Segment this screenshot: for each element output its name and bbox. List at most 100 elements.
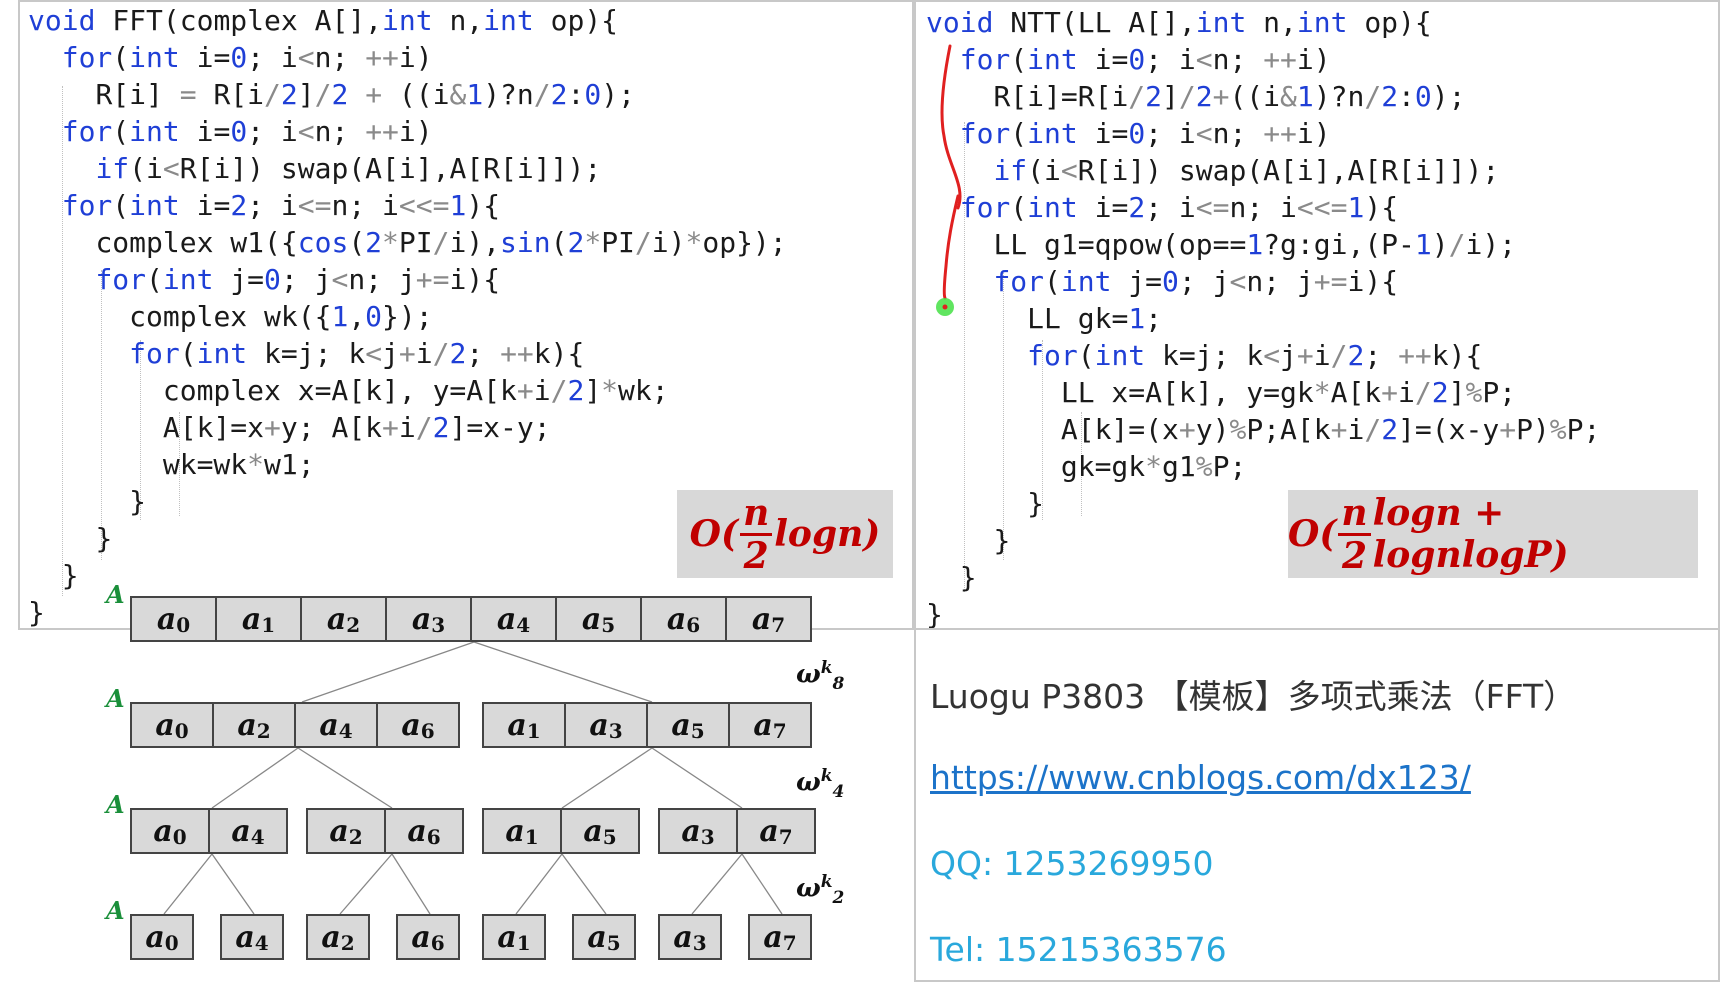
cell-letter: a [411, 601, 432, 637]
cell-index: 7 [778, 825, 793, 849]
code-token: < [1195, 43, 1213, 76]
code-line: complex wk({1,0}); [28, 298, 787, 335]
cell-index: 6 [420, 719, 435, 743]
code-token: + [1178, 413, 1196, 446]
code-token: ( [1010, 117, 1028, 150]
omega-sup: k [820, 872, 833, 892]
code-token: R[i] [95, 78, 180, 111]
code-token: 0 [365, 300, 383, 333]
code-token: i [533, 374, 551, 407]
array-label: A [106, 580, 125, 609]
code-token: <= [1195, 191, 1230, 224]
code-token: 0 [1128, 43, 1146, 76]
code-token: int [196, 337, 248, 370]
code-token: 0 [230, 115, 248, 148]
code-token: )?n [483, 78, 534, 111]
array-cell: a6 [640, 596, 727, 642]
code-token: ) [1431, 228, 1449, 261]
cell-letter: a [587, 919, 607, 955]
code-token: for [61, 115, 113, 148]
blog-link[interactable]: https://www.cnblogs.com/dx123/ [930, 758, 1471, 797]
code-token: ; [466, 337, 501, 370]
code-token: 2 [449, 337, 467, 370]
code-token: wk=wk [162, 448, 248, 481]
cell-letter: a [763, 919, 783, 955]
code-token: % [1229, 413, 1247, 446]
code-token: <<= [398, 189, 450, 222]
code-token: n; j [1246, 265, 1314, 298]
cell-letter: a [153, 813, 173, 849]
code-line: LL gk=1; [926, 300, 1600, 337]
code-token: / [1330, 339, 1348, 372]
cell-index: 3 [700, 825, 715, 849]
code-token: ( [179, 337, 197, 370]
code-line: A[k]=x+y; A[k+i/2]=x-y; [28, 409, 787, 446]
array-cell: a3 [658, 914, 722, 960]
code-token: < [365, 337, 383, 370]
code-token: 2 [1381, 413, 1399, 446]
connector-line [691, 853, 743, 915]
cell-index: 0 [176, 613, 191, 637]
code-token: R[i]) swap(A[i],A[R[i]]); [179, 152, 602, 185]
code-token: < [1229, 265, 1247, 298]
code-token: int [1027, 117, 1078, 150]
array-cell: a0 [130, 808, 210, 854]
code-token: ){ [466, 189, 501, 222]
code-token: int [1195, 6, 1247, 39]
cell-letter: a [155, 707, 175, 743]
code-token: PI [398, 226, 433, 259]
cell-letter: a [589, 707, 609, 743]
code-token: ; j [1178, 265, 1230, 298]
code-token: ( [550, 226, 568, 259]
code-token: for [129, 337, 180, 370]
array-cell: a7 [725, 596, 812, 642]
cell-letter: a [496, 601, 517, 637]
code-line: } [28, 483, 787, 520]
code-token: int [129, 41, 180, 74]
code-line: A[k]=(x+y)%P;A[k+i/2]=(x-y+P)%P; [926, 411, 1601, 448]
code-token: 0 [1414, 80, 1432, 113]
code-token: R[i]=R[i [993, 80, 1129, 113]
code-token: ((i [1229, 80, 1281, 113]
cell-letter: a [326, 601, 347, 637]
code-token: i= [179, 189, 231, 222]
array-row: a0a2a4a6 [130, 702, 460, 748]
code-token: op){ [1347, 6, 1432, 39]
code-token: + [382, 411, 399, 444]
cell-index: 2 [348, 825, 363, 849]
connector-line [391, 853, 431, 915]
array-row: a7 [748, 914, 812, 960]
array-row: a2 [306, 914, 370, 960]
code-token: ); [1431, 80, 1466, 113]
code-token: 2 [1195, 80, 1213, 113]
code-token: += [1313, 265, 1348, 298]
array-row: a1a3a5a7 [482, 702, 812, 748]
cell-index: 7 [772, 719, 787, 743]
code-token: 2 [567, 374, 585, 407]
code-line: LL x=A[k], y=gk*A[k+i/2]%P; [926, 374, 1600, 411]
connector-line [297, 747, 393, 809]
code-token: for [959, 191, 1011, 224]
code-token: void [28, 4, 96, 37]
array-cell: a2 [306, 914, 370, 960]
cell-letter: a [401, 707, 421, 743]
code-token: for [61, 41, 113, 74]
info-panel: Luogu P3803 【模板】多项式乘法（FFT） https://www.c… [914, 628, 1720, 982]
code-token: P; [1482, 376, 1517, 409]
connector-line [301, 641, 475, 703]
fraction-numerator: n [740, 495, 773, 536]
code-line: for(int i=0; i<n; ++i) [28, 113, 787, 150]
code-token: ( [112, 189, 130, 222]
array-cell: a5 [572, 914, 636, 960]
code-token: LL g1=qpow(op== [993, 228, 1247, 261]
omega-sup: k [820, 766, 833, 786]
array-cell: a7 [728, 702, 812, 748]
code-token: ){ [1364, 191, 1399, 224]
tel-contact: Tel: 15215363576 [930, 930, 1227, 969]
